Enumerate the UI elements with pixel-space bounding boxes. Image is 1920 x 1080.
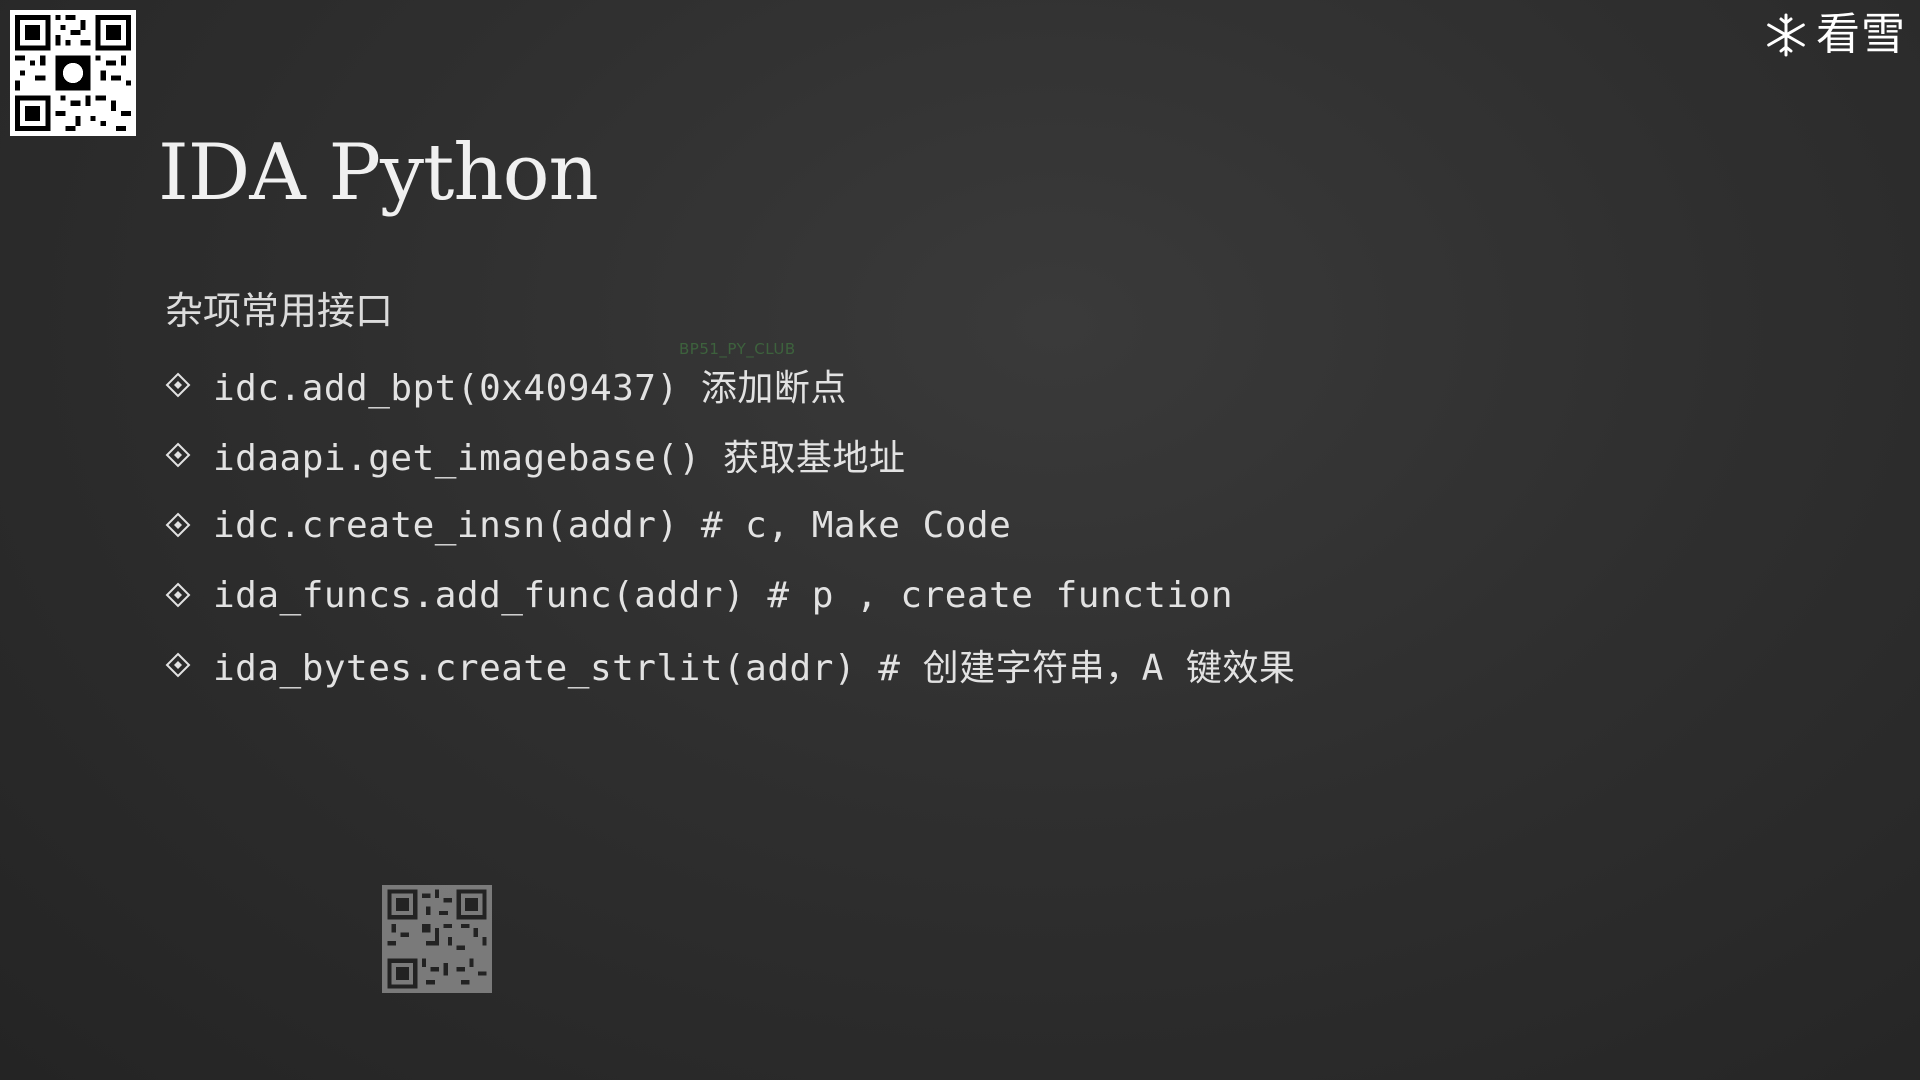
bullet-text: ida_bytes.create_strlit(addr) # 创建字符串，A … <box>213 648 1296 689</box>
list-item: idaapi.get_imagebase() 获取基地址 <box>165 420 1295 490</box>
slide-subtitle: 杂项常用接口 <box>165 289 394 333</box>
bullet-text: idc.create_insn(addr) # c, Make Code <box>213 504 1012 546</box>
diamond-bullet-icon <box>165 582 191 608</box>
slide: 看雪 IDA Python 杂项常用接口 BP51_PY_CLUB idc.ad… <box>0 0 1920 1080</box>
diamond-bullet-icon <box>165 512 191 538</box>
list-item: idc.create_insn(addr) # c, Make Code <box>165 490 1295 560</box>
qr-code-icon <box>382 885 492 993</box>
brand-name: 看雪 <box>1816 9 1906 60</box>
diamond-bullet-icon <box>165 652 191 678</box>
diamond-bullet-icon <box>165 372 191 398</box>
bullet-text: idaapi.get_imagebase() 获取基地址 <box>213 438 906 479</box>
bullet-text: ida_funcs.add_func(addr) # p , create fu… <box>213 574 1233 616</box>
bullet-text: idc.add_bpt(0x409437) 添加断点 <box>213 368 847 409</box>
bullet-list: idc.add_bpt(0x409437) 添加断点 idaapi.get_im… <box>165 350 1295 700</box>
snowflake-icon <box>1767 13 1805 57</box>
diamond-bullet-icon <box>165 442 191 468</box>
slide-title: IDA Python <box>158 128 599 218</box>
list-item: ida_bytes.create_strlit(addr) # 创建字符串，A … <box>165 630 1295 700</box>
qr-code-icon <box>10 10 136 136</box>
list-item: ida_funcs.add_func(addr) # p , create fu… <box>165 560 1295 630</box>
list-item: idc.add_bpt(0x409437) 添加断点 <box>165 350 1295 420</box>
brand-logo: 看雪 <box>1762 0 1906 70</box>
